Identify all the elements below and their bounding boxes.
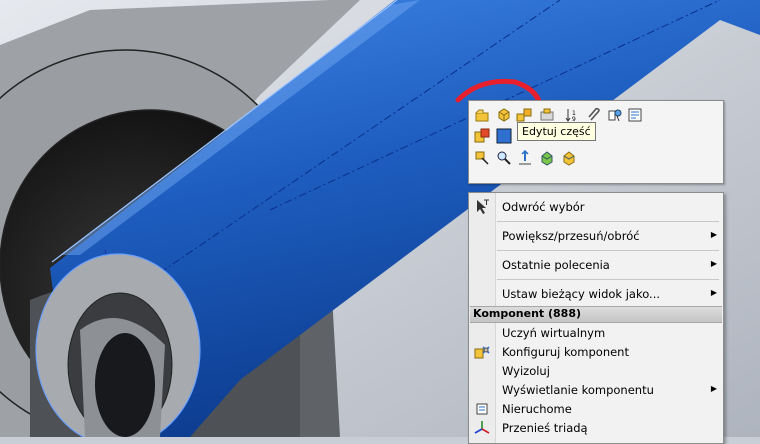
menu-item-move-with-triad[interactable]: Przenieś triadą xyxy=(469,419,723,437)
select-pointer-icon xyxy=(477,199,489,214)
configure-component-icon xyxy=(474,346,490,359)
menu-item-component-display[interactable]: Wyświetlanie komponentu ▶ xyxy=(469,381,723,399)
menu-item-label: Odwróć wybór xyxy=(502,200,585,214)
menu-item-label: Nieruchome xyxy=(502,402,572,416)
section-header-label: Komponent (888) xyxy=(473,307,582,320)
context-toolbar: 19 xyxy=(468,100,724,184)
menu-item-label: Uczyń wirtualnym xyxy=(502,326,606,340)
menu-item-set-current-view[interactable]: Ustaw bieżący widok jako... ▶ xyxy=(469,285,723,303)
tooltip-edit-part: Edytuj część xyxy=(517,122,596,141)
magnify-icon[interactable] xyxy=(496,150,512,166)
submenu-arrow-icon: ▶ xyxy=(710,384,717,393)
menu-item-fixed[interactable]: Nieruchome xyxy=(469,400,723,418)
menu-item-label: Wyizoluj xyxy=(502,364,550,378)
open-part-icon[interactable] xyxy=(474,107,490,123)
component-props-icon[interactable] xyxy=(474,128,490,144)
submenu-arrow-icon: ▶ xyxy=(710,259,717,268)
paperclip-icon[interactable] xyxy=(586,107,602,123)
show-icon[interactable] xyxy=(561,150,577,166)
menu-item-recent-commands[interactable]: Ostatnie polecenia ▶ xyxy=(469,256,723,274)
fixed-icon xyxy=(476,403,488,415)
context-menu: Odwróć wybór Powiększ/przesuń/obróć ▶ Os… xyxy=(468,192,724,444)
menu-item-label: Ostatnie polecenia xyxy=(502,258,610,272)
menu-item-label: Ustaw bieżący widok jako... xyxy=(502,287,661,301)
edit-part-icon[interactable] xyxy=(496,107,512,123)
summary-icon[interactable] xyxy=(627,107,643,123)
hide-component-icon[interactable] xyxy=(539,107,555,123)
menu-item-label: Przenieś triadą xyxy=(502,421,588,435)
menu-separator xyxy=(497,250,719,251)
triad-icon xyxy=(474,421,490,434)
properties-icon[interactable] xyxy=(607,107,623,123)
submenu-arrow-icon: ▶ xyxy=(710,230,717,239)
menu-item-configure-component[interactable]: Konfiguruj komponent xyxy=(469,343,723,361)
menu-item-label: Wyświetlanie komponentu xyxy=(502,383,654,397)
menu-section-header: Komponent (888) xyxy=(470,306,722,323)
sort-icon[interactable]: 19 xyxy=(564,107,580,123)
isolate-icon[interactable] xyxy=(539,150,555,166)
select-component-icon[interactable] xyxy=(496,128,512,144)
menu-item-label: Powiększ/przesuń/obróć xyxy=(502,229,640,243)
menu-item-zoom-pan-rotate[interactable]: Powiększ/przesuń/obróć ▶ xyxy=(469,227,723,245)
menu-separator xyxy=(497,221,719,222)
pipe-inner-hole xyxy=(95,333,155,437)
menu-item-make-virtual[interactable]: Uczyń wirtualnym xyxy=(469,324,723,342)
menu-item-invert-selection[interactable]: Odwróć wybór xyxy=(469,198,723,216)
normal-to-icon[interactable] xyxy=(517,150,533,166)
menu-item-isolate[interactable]: Wyizoluj xyxy=(469,362,723,380)
menu-item-label: Konfiguruj komponent xyxy=(502,345,629,359)
zoom-to-selection-icon[interactable] xyxy=(474,150,490,166)
edit-assembly-icon[interactable] xyxy=(516,107,532,123)
menu-separator xyxy=(497,279,719,280)
submenu-arrow-icon: ▶ xyxy=(710,288,717,297)
